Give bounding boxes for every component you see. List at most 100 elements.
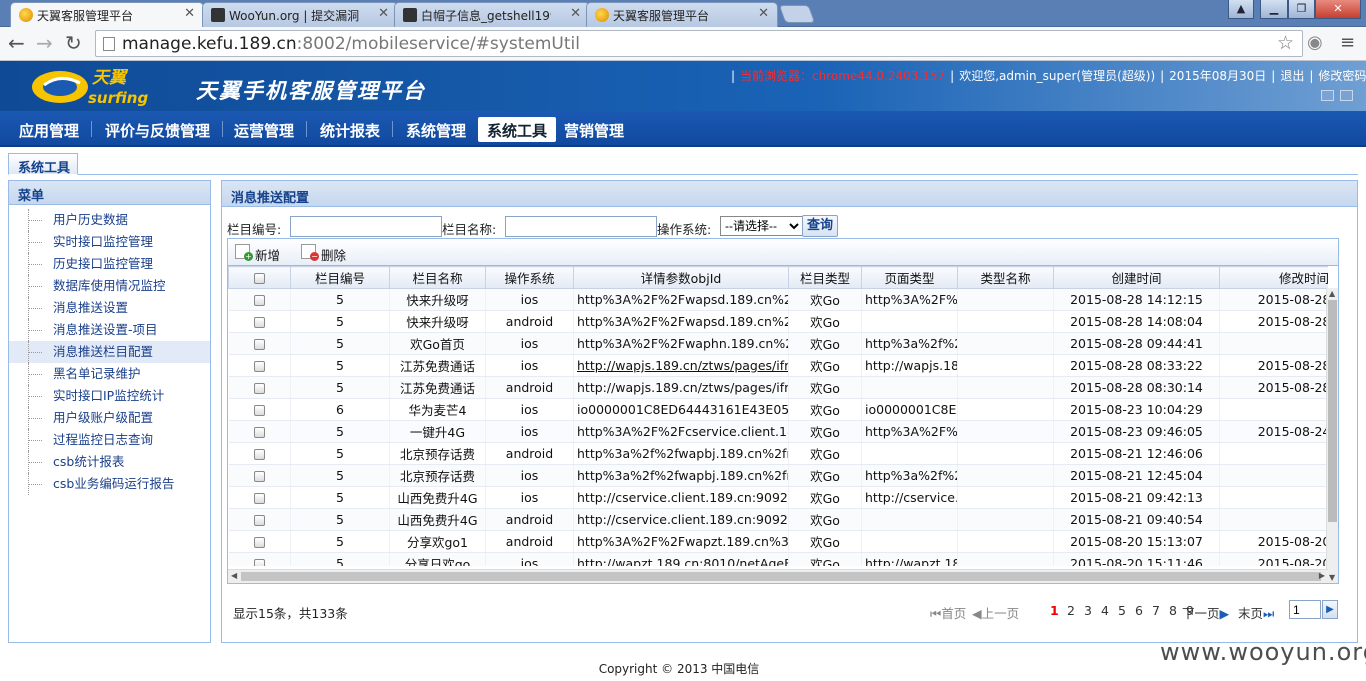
menu-item-operation-manage[interactable]: 运营管理 [225, 117, 308, 142]
table-row[interactable]: 5 分享日欢go ios http://wapzt.189.cn:8010/netAg… [228, 552, 1328, 566]
url-field[interactable]: manage.kefu.189.cn:8002/mobileservice/#s… [95, 30, 1303, 57]
new-tab-button[interactable] [778, 5, 816, 23]
sidebar-item[interactable]: 用户历史数据 [9, 209, 210, 231]
table-row[interactable]: 5 江苏免费通话 ios http://wapjs.189.cn/ztws/pages… [228, 354, 1328, 377]
page-number-link[interactable]: 5 [1118, 603, 1126, 618]
query-button[interactable]: 查询 [802, 215, 838, 237]
logout-link[interactable]: 退出 [1280, 69, 1304, 83]
sidebar-item[interactable]: 实时接口监控管理 [9, 231, 210, 253]
sidebar-item[interactable]: csb统计报表 [9, 451, 210, 473]
add-button[interactable]: + 新增 [235, 244, 280, 264]
close-window-icon[interactable]: ✕ [1315, 0, 1361, 19]
column-header[interactable]: 类型名称 [957, 266, 1054, 289]
menu-icon[interactable]: ≡ [1340, 32, 1355, 54]
first-page-button[interactable]: ⏮首页 [930, 603, 966, 622]
menu-item-marketing-manage[interactable]: 营销管理 [555, 117, 633, 142]
column-header[interactable]: 栏目名称 [389, 266, 486, 289]
page-number-link[interactable]: 6 [1135, 603, 1143, 618]
browser-tab-2[interactable]: 白帽子信息_getshell1993 ✕ [394, 2, 590, 27]
menu-item-evaluation-feedback[interactable]: 评价与反馈管理 [96, 117, 224, 142]
column-name-input[interactable] [505, 216, 657, 237]
menu-item-system-tools[interactable]: 系统工具 [478, 117, 557, 142]
page-number-link[interactable]: 4 [1101, 603, 1109, 618]
sidebar-item[interactable]: 消息推送设置-项目 [9, 319, 210, 341]
row-checkbox[interactable] [228, 552, 291, 566]
sidebar-item[interactable]: 消息推送栏目配置 [9, 341, 210, 363]
column-id-input[interactable] [290, 216, 442, 237]
page-number-link[interactable]: 1 [1050, 603, 1059, 618]
change-password-link[interactable]: 修改密码 [1318, 69, 1366, 83]
browser-tab-1[interactable]: WooYun.org | 提交漏洞 ✕ [202, 2, 398, 27]
table-row[interactable]: 5快来升级呀ioshttp%3A%2F%2Fwapsd.189.cn%2Fse欢… [228, 288, 1328, 311]
menu-item-stat-reports[interactable]: 统计报表 [311, 117, 394, 142]
restore-window-icon[interactable]: ❐ [1288, 0, 1315, 19]
row-checkbox[interactable] [228, 376, 291, 399]
globe-icon[interactable]: ◉ [1307, 32, 1323, 54]
forward-arrow-icon[interactable]: → [36, 32, 53, 54]
page-number-link[interactable]: 7 [1152, 603, 1160, 618]
reload-icon[interactable]: ↻ [65, 32, 82, 54]
sidebar-item[interactable]: csb业务编码运行报告 [9, 473, 210, 495]
column-header[interactable]: 操作系统 [485, 266, 574, 289]
close-tab-icon[interactable]: ✕ [570, 6, 581, 21]
table-row[interactable]: 5 分享欢go1 android http%3A%2F%2Fwapzt.189.cn%… [228, 530, 1328, 553]
page-number-link[interactable]: 2 [1067, 603, 1075, 618]
select-all-checkbox[interactable] [228, 266, 291, 289]
menu-item-app-manage[interactable]: 应用管理 [10, 117, 93, 142]
row-checkbox[interactable] [228, 508, 291, 531]
os-select[interactable]: --请选择-- [720, 216, 803, 236]
sidebar-item[interactable]: 消息推送设置 [9, 297, 210, 319]
horizontal-scrollbar[interactable]: ◀ ▶ [228, 569, 1328, 583]
column-header[interactable]: 栏目编号 [290, 266, 390, 289]
page-number-link[interactable]: 8 [1169, 603, 1177, 618]
table-row[interactable]: 5 山西免费升4G ios http://cservice.client.189.cn… [228, 486, 1328, 509]
table-row[interactable]: 5 山西免费升4G android http://cservice.client.18… [228, 508, 1328, 531]
table-row[interactable]: 5 江苏免费通话 android http://wapjs.189.cn/ztws/p… [228, 376, 1328, 399]
close-tab-icon[interactable]: ✕ [378, 6, 389, 21]
last-page-button[interactable]: 末页⏭ [1238, 603, 1274, 622]
tab-system-tools[interactable]: 系统工具 [8, 153, 78, 176]
next-page-button[interactable]: 下一页▶ [1182, 603, 1229, 622]
row-checkbox[interactable] [228, 398, 291, 421]
column-header[interactable]: 详情参数objId [573, 266, 789, 289]
page-number-input[interactable] [1289, 600, 1321, 619]
row-checkbox[interactable] [228, 354, 291, 377]
row-checkbox[interactable] [228, 420, 291, 443]
minimize-window-icon[interactable]: ▁ [1260, 0, 1288, 19]
theme-icon[interactable] [1321, 90, 1334, 101]
row-checkbox[interactable] [228, 530, 291, 553]
browser-tab-3[interactable]: 天翼客服管理平台 ✕ [586, 2, 778, 27]
sidebar-item[interactable]: 实时接口IP监控统计 [9, 385, 210, 407]
table-row[interactable]: 5北京预存话费ioshttp%3a%2f%2fwapbj.189.cn%2fni… [228, 464, 1328, 487]
table-row[interactable]: 5一键升4Gioshttp%3A%2F%2Fcservice.client.18… [228, 420, 1328, 443]
row-checkbox[interactable] [228, 288, 291, 311]
column-header[interactable]: 栏目类型 [788, 266, 862, 289]
sidebar-item[interactable]: 数据库使用情况监控 [9, 275, 210, 297]
go-page-button[interactable]: ▶ [1322, 600, 1338, 619]
column-header[interactable]: 修改时间 [1219, 266, 1328, 289]
vertical-scrollbar[interactable]: ▲ ▼ [1326, 288, 1338, 583]
sidebar-item[interactable]: 过程监控日志查询 [9, 429, 210, 451]
menu-item-system-manage[interactable]: 系统管理 [397, 117, 475, 142]
table-row[interactable]: 6 华为麦芒4 ios io0000001C8ED64443161E43E053A 欢G… [228, 398, 1328, 421]
row-checkbox[interactable] [228, 310, 291, 333]
prev-page-button[interactable]: ◀上一页 [972, 603, 1019, 622]
page-number-link[interactable]: 3 [1084, 603, 1092, 618]
row-checkbox[interactable] [228, 464, 291, 487]
row-checkbox[interactable] [228, 442, 291, 465]
layout-icon[interactable] [1340, 90, 1353, 101]
sidebar-item[interactable]: 用户级账户级配置 [9, 407, 210, 429]
close-tab-icon[interactable]: ✕ [758, 6, 769, 21]
bookmark-star-icon[interactable]: ☆ [1277, 32, 1294, 54]
table-row[interactable]: 5快来升级呀androidhttp%3A%2F%2Fwapsd.189.cn%2… [228, 310, 1328, 333]
user-profile-icon[interactable]: ▲ [1228, 0, 1254, 19]
sidebar-item[interactable]: 黑名单记录维护 [9, 363, 210, 385]
delete-button[interactable]: − 删除 [301, 244, 346, 264]
column-header[interactable]: 创建时间 [1053, 266, 1220, 289]
table-row[interactable]: 5 北京预存话费 android http%3a%2f%2fwapbj.189.cn%… [228, 442, 1328, 465]
table-row[interactable]: 5欢Go首页ioshttp%3A%2F%2Fwaphn.189.cn%2Fact… [228, 332, 1328, 355]
browser-tab-0[interactable]: 天翼客服管理平台 ✕ [10, 2, 204, 28]
column-header[interactable]: 页面类型 [861, 266, 958, 289]
close-tab-icon[interactable]: ✕ [184, 6, 195, 21]
sidebar-item[interactable]: 历史接口监控管理 [9, 253, 210, 275]
